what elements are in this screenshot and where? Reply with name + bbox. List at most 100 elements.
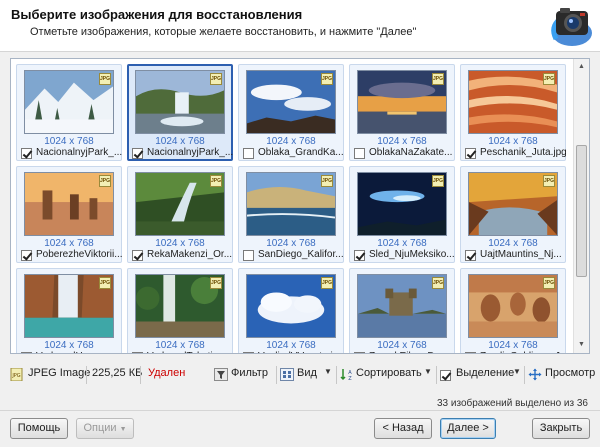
selection-dropdown-arrow-icon[interactable]: ▼ bbox=[513, 367, 521, 376]
vertical-scrollbar[interactable]: ▲ ▼ bbox=[573, 59, 589, 353]
close-button[interactable]: Закрыть bbox=[532, 418, 590, 439]
image-select-row[interactable]: Peschanik_Juta.jpg bbox=[465, 147, 566, 160]
image-select-row[interactable]: VodopadToketi_... bbox=[132, 351, 232, 353]
image-thumbnail[interactable]: JPG bbox=[135, 70, 225, 134]
image-checkbox[interactable] bbox=[21, 352, 32, 353]
image-tile[interactable]: JPG 1024 x 768 RekaMakenzi_Or... bbox=[127, 166, 233, 263]
filter-button[interactable]: Фильтр bbox=[231, 367, 268, 379]
image-thumbnail[interactable]: JPG bbox=[357, 172, 447, 236]
sort-button[interactable]: Сортировать bbox=[356, 367, 422, 379]
image-thumbnail[interactable]: JPG bbox=[246, 70, 336, 134]
image-dimensions: 1024 x 768 bbox=[44, 136, 94, 147]
image-thumbnail[interactable]: JPG bbox=[246, 274, 336, 338]
preview-button[interactable]: Просмотр bbox=[545, 367, 595, 379]
scroll-down-arrow-icon[interactable]: ▼ bbox=[574, 337, 589, 353]
image-checkbox[interactable] bbox=[465, 148, 476, 159]
image-checkbox[interactable] bbox=[243, 352, 254, 353]
image-thumbnail[interactable]: JPG bbox=[135, 172, 225, 236]
jpg-badge-icon: JPG bbox=[321, 175, 333, 187]
jpg-badge-icon: JPG bbox=[210, 175, 222, 187]
image-select-row[interactable]: ZemljaGoblinov_J... bbox=[465, 351, 566, 353]
toolbar-separator bbox=[436, 366, 437, 384]
image-tile[interactable]: JPG 1024 x 768 Peschanik_Juta.jpg bbox=[460, 64, 566, 161]
jpg-badge-icon: JPG bbox=[210, 277, 222, 289]
image-tile[interactable]: JPG 1024 x 768VodopadHavasu_... bbox=[16, 268, 122, 353]
image-checkbox[interactable] bbox=[132, 352, 143, 353]
image-thumbnail[interactable]: JPG bbox=[24, 172, 114, 236]
image-select-row[interactable]: OblakaNaZakate... bbox=[354, 147, 454, 160]
image-tile[interactable]: JPG 1024 x 768 PoberezheViktorii... bbox=[16, 166, 122, 263]
image-tile[interactable]: JPG 1024 x 768 UajtMauntins_Nj... bbox=[460, 166, 566, 263]
image-select-row[interactable]: Sled_NjuMeksiko... bbox=[354, 249, 455, 262]
image-checkbox[interactable] bbox=[21, 250, 32, 261]
jpg-badge-icon: JPG bbox=[432, 175, 444, 187]
image-checkbox[interactable] bbox=[354, 148, 365, 159]
view-dropdown-arrow-icon[interactable]: ▼ bbox=[324, 367, 332, 376]
image-tile[interactable]: JPG 1024 x 768 OblakaNaZakate... bbox=[349, 64, 455, 161]
image-tile[interactable]: JPG 1024 x 768ZamokEileanDona... bbox=[349, 268, 455, 353]
image-checkbox[interactable] bbox=[243, 250, 254, 261]
view-button[interactable]: Вид bbox=[297, 367, 317, 379]
image-filename: UajtMauntins_Nj... bbox=[480, 249, 562, 260]
image-select-row[interactable]: NacionalnyjPark_... bbox=[21, 147, 122, 160]
image-thumbnail[interactable]: JPG bbox=[468, 274, 558, 338]
image-select-row[interactable]: PoberezheViktorii... bbox=[21, 249, 122, 262]
image-filename: NacionalnyjPark_... bbox=[147, 147, 233, 158]
image-thumbnail[interactable]: JPG bbox=[468, 172, 558, 236]
jpg-badge-icon: JPG bbox=[432, 73, 444, 85]
image-checkbox[interactable] bbox=[132, 250, 143, 261]
image-grid: JPG 1024 x 768 NacionalnyjPark_... JPG 1024 … bbox=[16, 64, 572, 353]
image-tile[interactable]: JPG 1024 x 768 NacionalnyjPark_... bbox=[16, 64, 122, 161]
options-button[interactable]: Опции ▼ bbox=[76, 418, 134, 439]
scrollbar-thumb[interactable] bbox=[576, 145, 587, 277]
help-button[interactable]: Помощь bbox=[10, 418, 68, 439]
selection-count-status: 33 изображений выделено из 36 bbox=[437, 398, 588, 409]
view-icon[interactable] bbox=[280, 368, 294, 381]
image-dimensions: 1024 x 768 bbox=[266, 136, 316, 147]
image-thumbnail[interactable]: JPG bbox=[24, 274, 114, 338]
image-checkbox[interactable] bbox=[354, 352, 365, 353]
image-checkbox[interactable] bbox=[243, 148, 254, 159]
image-filename: VzgljadVVysotu.jpg bbox=[258, 351, 344, 353]
image-checkbox[interactable] bbox=[465, 352, 476, 353]
image-tile[interactable]: JPG 1024 x 768VzgljadVVysotu.jpg bbox=[238, 268, 344, 353]
image-select-row[interactable]: NacionalnyjPark_... bbox=[132, 147, 233, 160]
image-thumbnail[interactable]: JPG bbox=[135, 274, 225, 338]
selection-checkbox[interactable] bbox=[440, 370, 451, 381]
image-thumbnail[interactable]: JPG bbox=[24, 70, 114, 134]
filter-icon[interactable] bbox=[214, 368, 228, 381]
jpg-badge-icon: JPG bbox=[543, 277, 555, 289]
image-select-row[interactable]: ZamokEileanDona... bbox=[354, 351, 455, 353]
image-dimensions: 1024 x 768 bbox=[266, 238, 316, 249]
image-checkbox[interactable] bbox=[132, 148, 143, 159]
image-tile[interactable]: JPG 1024 x 768VodopadToketi_... bbox=[127, 268, 233, 353]
image-grid-panel[interactable]: JPG 1024 x 768 NacionalnyjPark_... JPG 1024 … bbox=[10, 58, 590, 354]
jpg-badge-icon: JPG bbox=[210, 73, 222, 85]
sort-icon[interactable]: AZ bbox=[340, 368, 354, 382]
sort-dropdown-arrow-icon[interactable]: ▼ bbox=[424, 367, 432, 376]
image-checkbox[interactable] bbox=[354, 250, 365, 261]
scroll-up-arrow-icon[interactable]: ▲ bbox=[574, 59, 589, 75]
preview-icon[interactable] bbox=[528, 368, 542, 381]
back-button[interactable]: < Назад bbox=[374, 418, 432, 439]
image-thumbnail[interactable]: JPG bbox=[468, 70, 558, 134]
image-thumbnail[interactable]: JPG bbox=[357, 274, 447, 338]
image-thumbnail[interactable]: JPG bbox=[246, 172, 336, 236]
image-tile[interactable]: JPG 1024 x 768ZemljaGoblinov_J... bbox=[460, 268, 566, 353]
next-button[interactable]: Далее > bbox=[440, 418, 496, 439]
image-select-row[interactable]: UajtMauntins_Nj... bbox=[465, 249, 565, 262]
image-tile[interactable]: JPG 1024 x 768 NacionalnyjPark_... bbox=[127, 64, 233, 161]
svg-text:Z: Z bbox=[348, 376, 352, 381]
image-select-row[interactable]: RekaMakenzi_Or... bbox=[132, 249, 232, 262]
image-select-row[interactable]: Oblaka_GrandKa... bbox=[243, 147, 344, 160]
image-checkbox[interactable] bbox=[21, 148, 32, 159]
image-tile[interactable]: JPG 1024 x 768 Sled_NjuMeksiko... bbox=[349, 166, 455, 263]
image-thumbnail[interactable]: JPG bbox=[357, 70, 447, 134]
image-select-row[interactable]: VodopadHavasu_... bbox=[21, 351, 122, 353]
image-select-row[interactable]: VzgljadVVysotu.jpg bbox=[243, 351, 344, 353]
image-checkbox[interactable] bbox=[465, 250, 476, 261]
image-tile[interactable]: JPG 1024 x 768 SanDiego_Kalifor... bbox=[238, 166, 344, 263]
selection-button[interactable]: Выделение bbox=[456, 367, 514, 379]
image-select-row[interactable]: SanDiego_Kalifor... bbox=[243, 249, 344, 262]
image-tile[interactable]: JPG 1024 x 768 Oblaka_GrandKa... bbox=[238, 64, 344, 161]
